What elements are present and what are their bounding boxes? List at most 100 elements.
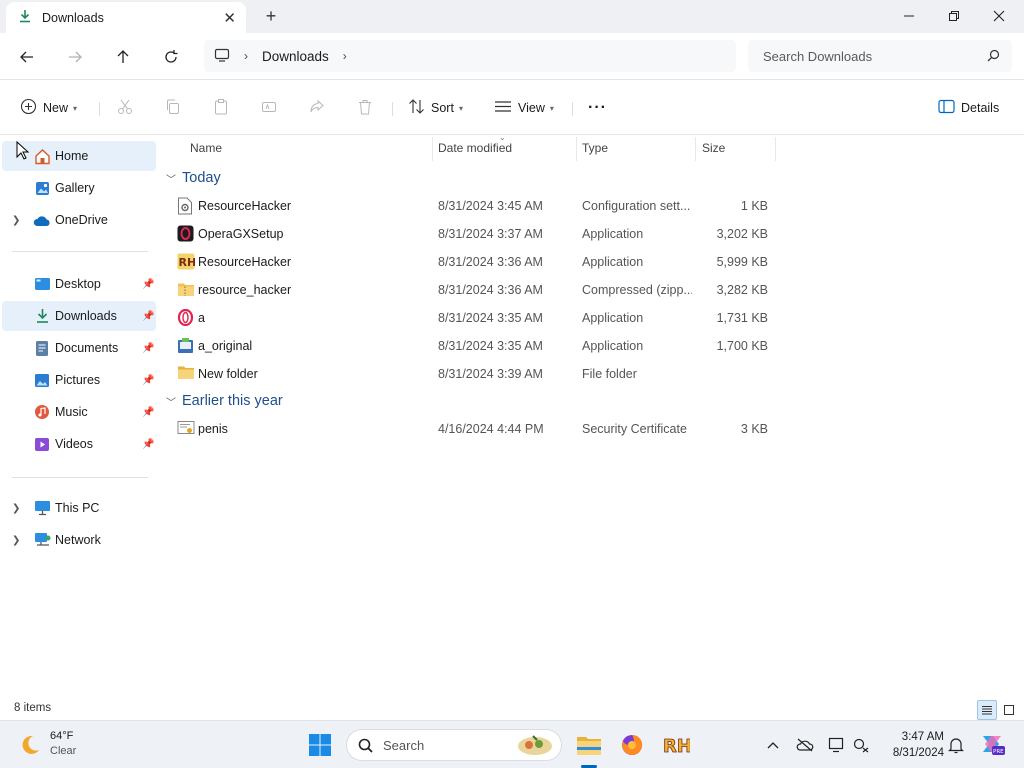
paste-button[interactable] xyxy=(212,96,230,120)
sidebar-item-documents[interactable]: Documents 📌 xyxy=(2,333,156,363)
column-header-type[interactable]: Type xyxy=(582,135,608,161)
back-button[interactable] xyxy=(15,45,39,69)
tab-downloads[interactable]: Downloads ✕ xyxy=(6,2,246,33)
details-pane-button[interactable]: Details xyxy=(938,96,999,120)
sidebar-item-music[interactable]: Music 📌 xyxy=(2,397,156,427)
pin-icon[interactable]: 📌 xyxy=(142,375,154,386)
file-explorer-taskbar-icon[interactable] xyxy=(573,729,605,761)
sidebar-item-onedrive[interactable]: ❯ OneDrive xyxy=(2,205,156,235)
chevron-right-icon[interactable]: › xyxy=(244,49,248,63)
show-hidden-icons-chevron-icon[interactable] xyxy=(763,735,783,755)
group-header-today[interactable]: ﹀ Today xyxy=(166,167,221,189)
view-button[interactable]: View ▾ xyxy=(494,96,554,120)
sort-button[interactable]: Sort ▾ xyxy=(408,96,463,120)
copy-button[interactable] xyxy=(164,96,182,120)
notification-bell-icon[interactable] xyxy=(946,735,966,755)
chevron-right-icon[interactable]: ❯ xyxy=(12,535,20,546)
file-row[interactable]: resource_hacker 8/31/2024 3:36 AM Compre… xyxy=(174,276,774,304)
file-row[interactable]: a 8/31/2024 3:35 AM Application 1,731 KB xyxy=(174,304,774,332)
start-button[interactable] xyxy=(304,729,336,761)
sidebar-item-label: Videos xyxy=(55,437,93,451)
share-button[interactable] xyxy=(308,96,326,120)
search-input[interactable]: Search Downloads xyxy=(748,40,1012,72)
forward-button[interactable] xyxy=(63,45,87,69)
chevron-right-icon[interactable]: › xyxy=(343,49,347,63)
minimize-button[interactable] xyxy=(886,0,932,32)
chevron-right-icon[interactable]: ❯ xyxy=(12,503,20,514)
download-icon xyxy=(18,9,32,26)
new-button[interactable]: New ▾ xyxy=(20,96,77,120)
breadcrumb-downloads[interactable]: Downloads xyxy=(262,49,329,64)
windows-logo-icon xyxy=(309,734,331,756)
restore-button[interactable] xyxy=(931,0,977,32)
pin-icon[interactable]: 📌 xyxy=(142,279,154,290)
display-icon[interactable] xyxy=(827,735,847,755)
column-header-size[interactable]: Size xyxy=(702,135,725,161)
large-icons-view-button[interactable] xyxy=(999,700,1019,720)
delete-button[interactable] xyxy=(356,96,374,120)
network-status-icon[interactable] xyxy=(852,735,872,755)
clock-date: 8/31/2024 xyxy=(892,747,944,759)
sidebar-item-pictures[interactable]: Pictures 📌 xyxy=(2,365,156,395)
pin-icon[interactable]: 📌 xyxy=(142,343,154,354)
refresh-button[interactable] xyxy=(159,45,183,69)
sidebar-item-network[interactable]: ❯ Network xyxy=(2,525,156,555)
share-icon xyxy=(308,98,326,119)
close-window-button[interactable] xyxy=(976,0,1022,32)
column-header-name[interactable]: Name xyxy=(190,135,222,161)
group-header-earlier-this-year[interactable]: ﹀ Earlier this year xyxy=(166,390,283,412)
cloud-offline-icon[interactable] xyxy=(795,735,815,755)
sidebar-item-this-pc[interactable]: ❯ This PC xyxy=(2,493,156,523)
file-row[interactable]: OperaGXSetup 8/31/2024 3:37 AM Applicati… xyxy=(174,220,774,248)
file-row[interactable]: penis 4/16/2024 4:44 PM Security Certifi… xyxy=(174,415,774,443)
rename-button[interactable] xyxy=(260,96,278,120)
weather-widget[interactable]: 64°F Clear xyxy=(18,729,118,763)
sidebar-item-desktop[interactable]: Desktop 📌 xyxy=(2,269,156,299)
taskbar: 64°F Clear Search RH 3:47 AM 8/31/2024 P… xyxy=(0,720,1024,768)
details-view-button[interactable] xyxy=(977,700,997,720)
file-row[interactable]: a_original 8/31/2024 3:35 AM Application… xyxy=(174,332,774,360)
chevron-down-icon: ▾ xyxy=(73,103,78,113)
search-icon xyxy=(358,738,373,756)
close-tab-icon[interactable]: ✕ xyxy=(223,9,236,27)
copilot-icon[interactable]: PRE xyxy=(979,731,1005,757)
chevron-right-icon[interactable]: ❯ xyxy=(12,215,20,226)
moon-icon xyxy=(18,733,42,760)
new-tab-button[interactable]: + xyxy=(260,6,282,27)
documents-icon xyxy=(33,339,51,357)
column-divider[interactable] xyxy=(576,137,577,161)
sidebar-item-gallery[interactable]: Gallery xyxy=(2,173,156,203)
file-row[interactable]: ResourceHacker 8/31/2024 3:45 AM Configu… xyxy=(174,192,774,220)
taskbar-search-label: Search xyxy=(383,737,425,753)
pin-icon[interactable]: 📌 xyxy=(142,407,154,418)
sidebar-item-downloads[interactable]: Downloads 📌 xyxy=(2,301,156,331)
sidebar-item-label: Music xyxy=(55,405,88,419)
pin-icon[interactable]: 📌 xyxy=(142,311,154,322)
up-button[interactable] xyxy=(111,45,135,69)
resource-hacker-taskbar-icon[interactable]: RH xyxy=(660,729,692,761)
taskbar-search[interactable]: Search xyxy=(346,729,562,761)
sort-indicator-icon: ⌄ xyxy=(499,133,506,142)
scissors-icon xyxy=(116,98,134,119)
column-divider[interactable] xyxy=(775,137,776,161)
divider xyxy=(99,102,100,116)
more-options-button[interactable]: ··· xyxy=(588,96,607,120)
taskbar-clock[interactable]: 3:47 AM 8/31/2024 xyxy=(878,729,944,761)
monitor-icon xyxy=(214,47,230,66)
file-name: ResourceHacker xyxy=(198,255,292,269)
file-name: penis xyxy=(198,422,228,436)
cut-button[interactable] xyxy=(116,96,134,120)
address-bar[interactable]: › Downloads › xyxy=(204,40,736,72)
sidebar-item-videos[interactable]: Videos 📌 xyxy=(2,429,156,459)
firefox-taskbar-icon[interactable] xyxy=(616,729,648,761)
file-row[interactable]: RH ResourceHacker 8/31/2024 3:36 AM Appl… xyxy=(174,248,774,276)
file-date: 8/31/2024 3:35 AM xyxy=(438,311,543,325)
column-divider[interactable] xyxy=(432,137,433,161)
details-label: Details xyxy=(961,101,1000,115)
file-date: 4/16/2024 4:44 PM xyxy=(438,422,544,436)
file-type: Application xyxy=(582,339,644,353)
pin-icon[interactable]: 📌 xyxy=(142,439,154,450)
file-row[interactable]: New folder 8/31/2024 3:39 AM File folder xyxy=(174,360,774,388)
column-divider[interactable] xyxy=(695,137,696,161)
search-placeholder: Search Downloads xyxy=(763,48,873,64)
